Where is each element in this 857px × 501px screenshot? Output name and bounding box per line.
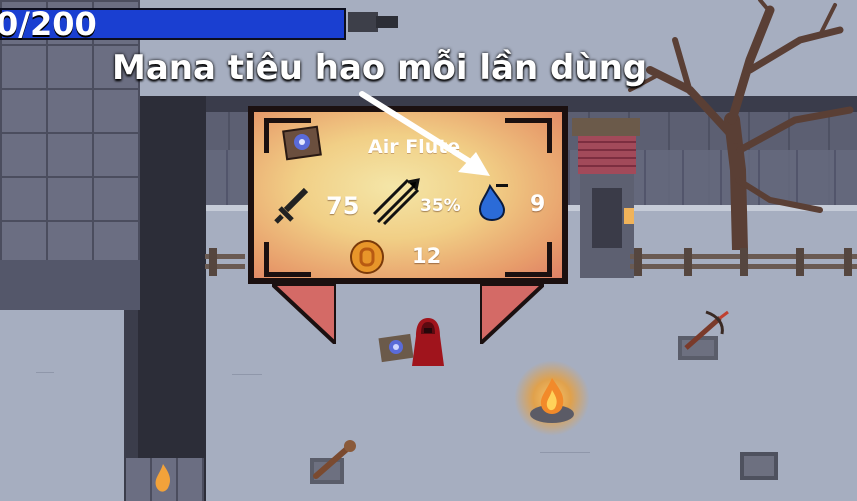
game-scene: 0/200 Air Flute 75 35% 9 12 Mana tiêu ha… (0, 0, 857, 501)
tooltip-leg-left (272, 284, 336, 344)
wooden-fence (630, 248, 857, 276)
health-text: 0/200 (0, 5, 97, 43)
club-pickup[interactable] (308, 440, 358, 486)
floor-crack (540, 452, 590, 453)
bare-tree (628, 0, 854, 250)
floor-crack (36, 372, 54, 373)
crossbow-pickup[interactable] (672, 306, 730, 364)
frame-corner (505, 242, 552, 277)
tooltip-leg-right (480, 284, 544, 344)
empty-pedestal[interactable] (738, 446, 780, 482)
torch-flame (155, 464, 171, 492)
price-value: 12 (412, 244, 442, 268)
air-flute-scroll-icon (282, 125, 322, 161)
health-bar: 0/200 (0, 8, 346, 40)
frame-corner (505, 118, 552, 153)
mana-cost-value: 9 (530, 192, 546, 217)
annotation-arrow (359, 91, 490, 176)
crit-chance-value: 35% (420, 196, 461, 216)
key-icon (348, 12, 398, 32)
frame-corner (264, 242, 311, 277)
sword-icon (274, 187, 309, 224)
gold-coin-icon (350, 240, 384, 274)
damage-value: 75 (326, 192, 360, 220)
campfire[interactable] (524, 372, 580, 426)
floor-crack (232, 374, 262, 375)
annotation-label: Mana tiêu hao mỗi lần dùng (112, 48, 648, 88)
stone-wall-base (0, 260, 140, 310)
